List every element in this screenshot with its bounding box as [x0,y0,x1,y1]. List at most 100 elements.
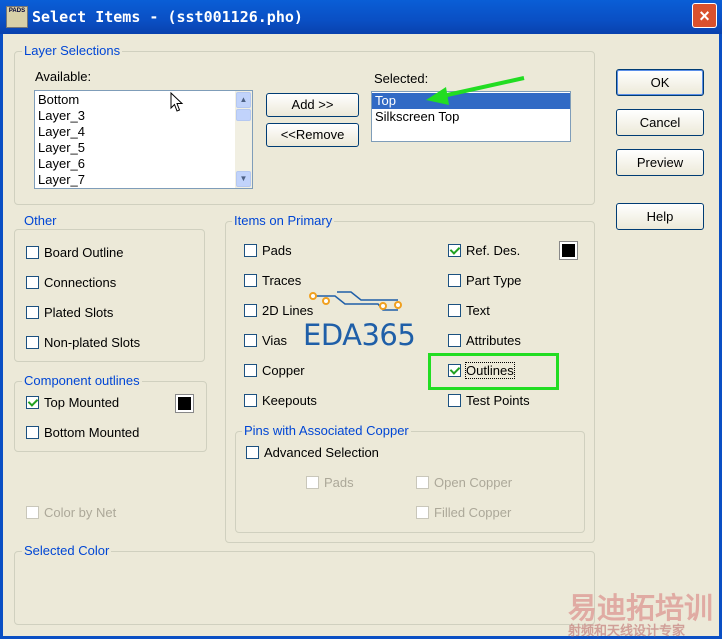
available-label: Available: [35,69,92,84]
help-button[interactable]: Help [616,203,704,230]
checkbox-pins-pads: Pads [306,475,354,490]
checkbox-label: Traces [262,273,302,288]
app-icon-text: PADS [8,8,26,14]
app-icon: PADS [6,6,28,28]
close-icon: × [699,6,710,26]
list-item[interactable]: Layer_5 [35,140,252,156]
checkbox-box[interactable] [244,304,257,317]
add-button-label: Add >> [291,97,334,112]
checkbox-label: Top Mounted [44,395,120,410]
window-title: Select Items - (sst001126.pho) [32,8,303,26]
checkbox-box[interactable] [244,334,257,347]
checkbox-box[interactable] [244,364,257,377]
checkbox-box[interactable] [26,426,39,439]
selected-color-label: Selected Color [22,543,112,558]
watermark-sub: 射频和天线设计专家 [568,623,686,638]
checkbox-test-points[interactable]: Test Points [448,393,530,408]
preview-button[interactable]: Preview [616,149,704,176]
remove-button-label: <<Remove [280,127,345,142]
checkbox-box[interactable] [448,394,461,407]
checkbox-label: Advanced Selection [264,445,379,460]
checkbox-ref-des[interactable]: Ref. Des. [448,243,520,258]
checkbox-text[interactable]: Text [448,303,490,318]
checkbox-label: Pads [324,475,354,490]
checkbox-label: Keepouts [262,393,317,408]
ok-button[interactable]: OK [616,69,704,96]
available-listbox[interactable]: Bottom Layer_3 Layer_4 Layer_5 Layer_6 L… [34,90,253,189]
checkbox-plated-slots[interactable]: Plated Slots [26,305,113,320]
pins-copper-label: Pins with Associated Copper [242,423,411,438]
checkbox-label: Attributes [466,333,521,348]
checkbox-box[interactable] [26,306,39,319]
checkbox-label: Vias [262,333,288,348]
checkbox-bottom-mounted[interactable]: Bottom Mounted [26,425,139,440]
checkbox-board-outline[interactable]: Board Outline [26,245,124,260]
ok-button-label: OK [650,75,670,90]
checkbox-open-copper: Open Copper [416,475,512,490]
checkbox-box[interactable] [26,246,39,259]
checkbox-box[interactable] [448,274,461,287]
checkbox-box[interactable] [244,274,257,287]
checkbox-label: Plated Slots [44,305,114,320]
checkbox-box [416,476,429,489]
list-item[interactable]: Layer_4 [35,124,252,140]
checkbox-keepouts[interactable]: Keepouts [244,393,317,408]
cancel-button-label: Cancel [639,115,681,130]
selected-color-group [14,551,595,625]
items-on-primary-label: Items on Primary [232,213,335,228]
checkbox-box[interactable] [448,334,461,347]
checkbox-box [26,506,39,519]
add-button[interactable]: Add >> [266,93,359,117]
eda365-logo-text: EDA365 [303,318,416,352]
checkbox-label: Board Outline [44,245,124,260]
checkbox-box[interactable] [244,244,257,257]
checkbox-box[interactable] [26,276,39,289]
checkbox-label: Color by Net [44,505,117,520]
checkbox-box [306,476,319,489]
checkbox-box-checked[interactable] [26,396,39,409]
checkbox-non-plated-slots[interactable]: Non-plated Slots [26,335,140,350]
ref-des-color-swatch[interactable] [559,241,578,260]
checkbox-advanced-selection[interactable]: Advanced Selection [246,445,379,460]
checkbox-label: Copper [262,363,305,378]
list-item[interactable]: Layer_7 [35,172,252,188]
list-item[interactable]: Layer_6 [35,156,252,172]
scroll-down-icon[interactable]: ▼ [236,171,251,187]
outlines-highlight-box [428,353,559,390]
other-label: Other [22,213,59,228]
annotation-arrow [426,76,525,105]
cancel-button[interactable]: Cancel [616,109,704,136]
list-item[interactable]: Layer_3 [35,108,252,124]
checkbox-label: Connections [44,275,117,290]
checkbox-box[interactable] [26,336,39,349]
checkbox-traces[interactable]: Traces [244,273,301,288]
checkbox-label: Open Copper [434,475,513,490]
checkbox-filled-copper: Filled Copper [416,505,511,520]
checkbox-label: Non-plated Slots [44,335,141,350]
checkbox-top-mounted[interactable]: Top Mounted [26,395,119,410]
list-item[interactable]: Silkscreen Top [372,109,570,125]
scroll-up-icon[interactable]: ▲ [236,92,251,108]
top-mounted-color-swatch[interactable] [175,394,194,413]
checkbox-part-type[interactable]: Part Type [448,273,521,288]
close-button[interactable]: × [692,3,717,28]
checkbox-box[interactable] [244,394,257,407]
preview-button-label: Preview [636,155,684,170]
checkbox-label: Pads [262,243,292,258]
mouse-cursor-icon [170,92,184,112]
scroll-thumb[interactable] [236,109,251,121]
checkbox-connections[interactable]: Connections [26,275,116,290]
checkbox-pads[interactable]: Pads [244,243,292,258]
checkbox-copper[interactable]: Copper [244,363,305,378]
help-button-label: Help [646,209,674,224]
list-item[interactable]: Bottom [35,92,252,108]
checkbox-box-checked[interactable] [448,244,461,257]
checkbox-box[interactable] [246,446,259,459]
checkbox-attributes[interactable]: Attributes [448,333,521,348]
available-scrollbar[interactable]: ▲ ▼ [235,91,252,188]
checkbox-label: Filled Copper [434,505,512,520]
checkbox-box[interactable] [448,304,461,317]
remove-button[interactable]: <<Remove [266,123,359,147]
checkbox-vias[interactable]: Vias [244,333,287,348]
checkbox-label: Ref. Des. [466,243,521,258]
